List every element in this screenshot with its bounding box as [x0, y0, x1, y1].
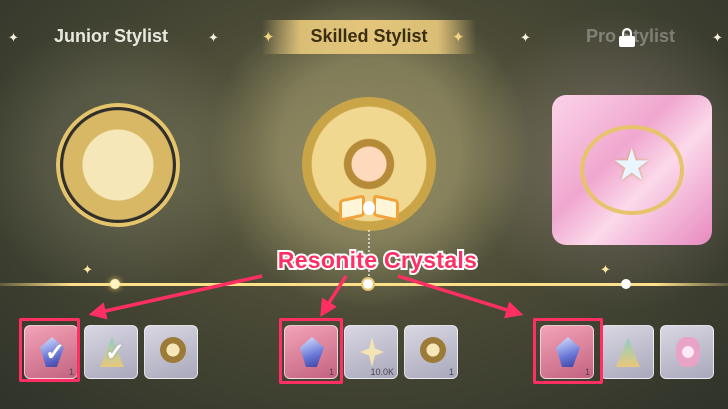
reward-item[interactable]: [660, 325, 714, 379]
crystal-highlight-box: [533, 318, 603, 384]
checkmark-icon: ✓: [105, 339, 126, 366]
sparkle-icon: ✦: [262, 29, 275, 46]
item-quantity: 1: [448, 367, 454, 377]
callout-label: Resonite Crystals: [276, 245, 479, 275]
gold-charm-icon: [420, 337, 446, 363]
sparkle-icon: ✦: [82, 262, 93, 277]
progress-node: [110, 279, 120, 289]
reward-item[interactable]: [144, 325, 198, 379]
arrow-to-skilled: [320, 275, 348, 317]
sparkle-icon: ✦: [208, 30, 219, 45]
arrow-to-pro: [397, 274, 524, 319]
star-bling-icon: [360, 337, 384, 367]
fan-ornament-icon: [616, 337, 640, 367]
reward-item[interactable]: [600, 325, 654, 379]
sparkle-icon: ✦: [452, 29, 465, 46]
progress-node-current: [361, 277, 375, 291]
crystal-highlight-box: [19, 318, 80, 382]
gold-charm-icon: [160, 337, 186, 363]
sparkle-icon: ✦: [520, 30, 531, 45]
junior-stylist-badge[interactable]: [56, 103, 180, 227]
sparkle-icon: ✦: [8, 30, 19, 45]
sparkle-icon: ✦: [600, 262, 611, 277]
lock-icon: [619, 28, 635, 47]
reward-item[interactable]: 1: [404, 325, 458, 379]
tab-junior-stylist[interactable]: Junior Stylist: [54, 26, 168, 47]
bow-decoration-icon: [339, 193, 399, 227]
tab-skilled-stylist[interactable]: Skilled Stylist: [294, 26, 444, 47]
item-quantity: 10.0K: [370, 367, 394, 377]
reward-item[interactable]: 10.0K: [344, 325, 398, 379]
sparkle-icon: ✦: [712, 30, 723, 45]
crystal-highlight-box: [279, 318, 343, 384]
progress-node: [621, 279, 631, 289]
pink-flower-icon: [676, 337, 700, 367]
reward-item[interactable]: ✓: [84, 325, 138, 379]
star-icon: ★: [612, 141, 652, 190]
